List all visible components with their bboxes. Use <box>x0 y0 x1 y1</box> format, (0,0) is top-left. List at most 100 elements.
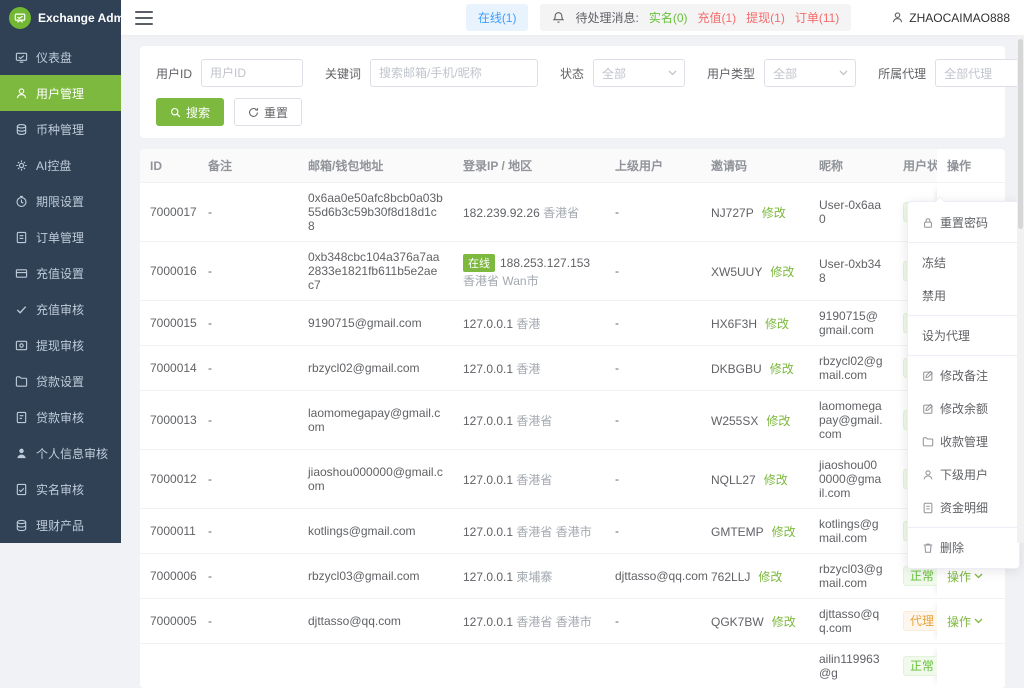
modify-invite-link[interactable]: 修改 <box>764 473 788 487</box>
cell-address: kotlings@gmail.com <box>298 509 453 554</box>
scrollbar-thumb[interactable] <box>1018 39 1023 229</box>
main-content: 用户ID 关键词 状态 全部 用户类型 全部 <box>121 35 1024 543</box>
sidebar-item-label: 充值审核 <box>36 301 84 318</box>
realname-icon <box>15 483 28 496</box>
user-menu[interactable]: ZHAOCAIMAO888 <box>891 11 1010 25</box>
sidebar-item-coins[interactable]: 币种管理 <box>0 111 121 147</box>
sidebar-item-profile-review[interactable]: 个人信息审核 <box>0 435 121 471</box>
cell-nickname: jiaoshou000000@gmail.com <box>809 450 893 509</box>
modify-invite-link[interactable]: 修改 <box>765 317 789 331</box>
sidebar-item-ai[interactable]: AI控盘 <box>0 147 121 183</box>
coins-icon <box>15 123 28 136</box>
cell-nickname: rbzycl02@gmail.com <box>809 346 893 391</box>
edit-icon <box>922 403 934 415</box>
cell-region: 柬埔寨 <box>516 570 552 584</box>
sidebar-item-products[interactable]: 理财产品 <box>0 507 121 543</box>
cell-parent <box>605 644 701 688</box>
modify-invite-link[interactable]: 修改 <box>770 265 794 279</box>
pending-withdraw-link[interactable]: 提现(1) <box>746 9 785 26</box>
sidebar-item-users[interactable]: 用户管理 <box>0 75 121 111</box>
cell-invite: 762LLJ <box>711 570 750 584</box>
modify-invite-link[interactable]: 修改 <box>770 362 794 376</box>
cell-remark: - <box>198 599 298 644</box>
sidebar-item-orders[interactable]: 订单管理 <box>0 219 121 255</box>
menu-item-delete[interactable]: 删除 <box>908 531 1019 564</box>
cell-remark: - <box>198 450 298 509</box>
sidebar-item-dashboard[interactable]: 仪表盘 <box>0 39 121 75</box>
search-button[interactable]: 搜索 <box>156 98 224 126</box>
users-icon <box>15 87 28 100</box>
menu-item-edit-remark[interactable]: 修改备注 <box>908 359 1019 392</box>
sidebar-item-label: AI控盘 <box>36 157 71 174</box>
cell-invite: GMTEMP <box>711 525 764 539</box>
cell-invite: HX6F3H <box>711 317 757 331</box>
col-address: 邮箱/钱包地址 <box>298 149 453 183</box>
cell-ip: 127.0.0.1 <box>463 615 513 629</box>
sidebar-item-realname-review[interactable]: 实名审核 <box>0 471 121 507</box>
cell-region: 香港 <box>516 317 540 331</box>
menu-item-reset-password[interactable]: 重置密码 <box>908 206 1019 239</box>
keyword-input[interactable] <box>370 59 538 87</box>
cell-remark: - <box>198 509 298 554</box>
col-id: ID <box>140 149 198 183</box>
sidebar-item-recharge-settings[interactable]: 充值设置 <box>0 255 121 291</box>
cell-nickname: 9190715@gmail.com <box>809 301 893 346</box>
menu-item-sub-users[interactable]: 下级用户 <box>908 458 1019 491</box>
menu-item-label: 修改余额 <box>940 400 988 417</box>
menu-item-edit-balance[interactable]: 修改余额 <box>908 392 1019 425</box>
col-actions: 操作 <box>937 149 1005 183</box>
menu-item-label: 设为代理 <box>922 327 970 344</box>
pending-recharge-link[interactable]: 充值(1) <box>698 9 737 26</box>
modify-invite-link[interactable]: 修改 <box>772 525 796 539</box>
table-row: 7000013 - laomomegapay@gmail.com 127.0.0… <box>140 391 1005 450</box>
modify-invite-link[interactable]: 修改 <box>766 414 790 428</box>
sidebar-item-withdraw-review[interactable]: 提现审核 <box>0 327 121 363</box>
orders-icon <box>15 231 28 244</box>
sidebar-item-loan-review[interactable]: 贷款审核 <box>0 399 121 435</box>
user-type-select[interactable]: 全部 <box>764 59 856 87</box>
user-id-input[interactable] <box>201 59 303 87</box>
menu-item-payment-management[interactable]: 收款管理 <box>908 425 1019 458</box>
actions-dropdown-trigger[interactable]: 操作 <box>947 613 983 630</box>
cell-id: 7000014 <box>140 346 198 391</box>
cell-parent: djttasso@qq.com <box>605 554 701 599</box>
menu-item-disable[interactable]: 禁用 <box>908 279 1019 312</box>
cell-id: 7000012 <box>140 450 198 509</box>
cell-address: laomomegapay@gmail.com <box>298 391 453 450</box>
pending-orders-link[interactable]: 订单(11) <box>795 9 839 26</box>
sidebar-item-loan-settings[interactable]: 贷款设置 <box>0 363 121 399</box>
modify-invite-link[interactable]: 修改 <box>772 615 796 629</box>
table-row: 7000011 - kotlings@gmail.com 127.0.0.1 香… <box>140 509 1005 554</box>
pending-realname-link[interactable]: 实名(0) <box>649 9 688 26</box>
cell-address: djttasso@qq.com <box>298 599 453 644</box>
cell-ip: 127.0.0.1 <box>463 473 513 487</box>
cell-invite <box>701 644 809 688</box>
agent-select[interactable]: 全部代理 <box>935 59 1024 87</box>
table-header-row: ID 备注 邮箱/钱包地址 登录IP / 地区 上级用户 邀请码 昵称 用户状态… <box>140 149 1005 183</box>
pending-messages-label: 待处理消息: <box>575 9 638 26</box>
actions-dropdown-trigger[interactable]: 操作 <box>947 568 983 585</box>
status-select[interactable]: 全部 <box>593 59 685 87</box>
sidebar-item-label: 个人信息审核 <box>36 445 108 462</box>
menu-item-fund-details[interactable]: 资金明细 <box>908 491 1019 524</box>
cell-parent: - <box>605 301 701 346</box>
sidebar-item-terms[interactable]: 期限设置 <box>0 183 121 219</box>
cell-remark: - <box>198 301 298 346</box>
modify-invite-link[interactable]: 修改 <box>762 206 786 220</box>
online-count-badge[interactable]: 在线(1) <box>466 4 529 31</box>
user-id-label: 用户ID <box>156 65 192 82</box>
modify-invite-link[interactable]: 修改 <box>758 570 782 584</box>
cell-region: 香港省 Wan市 <box>463 274 539 288</box>
cell-parent: - <box>605 599 701 644</box>
menu-item-set-agent[interactable]: 设为代理 <box>908 319 1019 352</box>
status-badge: 正常 <box>903 566 937 586</box>
folder-icon <box>922 436 934 448</box>
reset-button[interactable]: 重置 <box>234 98 302 126</box>
sidebar-menu: 仪表盘 用户管理 币种管理 AI控盘 期限设置 订单管理 充值设置 充值审核 <box>0 39 121 543</box>
sidebar-item-recharge-review[interactable]: 充值审核 <box>0 291 121 327</box>
cell-region: 香港省 香港市 <box>516 525 591 539</box>
cell-ip: 127.0.0.1 <box>463 525 513 539</box>
hamburger-menu-icon[interactable] <box>135 11 153 25</box>
menu-item-freeze[interactable]: 冻结 <box>908 246 1019 279</box>
chevron-down-icon <box>668 70 677 76</box>
